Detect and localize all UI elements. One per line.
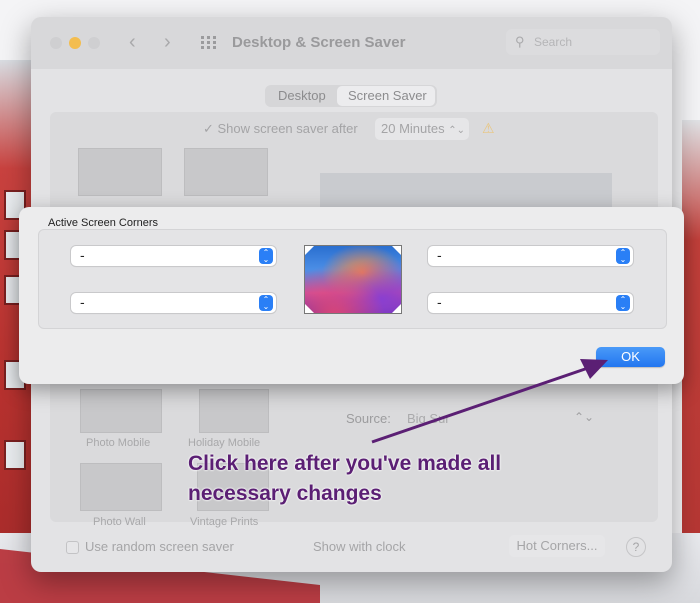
help-button[interactable]: ? <box>626 537 646 557</box>
chevron-updown-icon: ⌃⌄ <box>574 410 595 424</box>
search-placeholder: Search <box>534 35 573 49</box>
screen-saver-thumbnail[interactable] <box>80 463 162 511</box>
back-chevron-icon[interactable]: ‹ <box>129 31 136 54</box>
show-all-grid-icon[interactable] <box>201 36 217 50</box>
forward-chevron-icon[interactable]: › <box>164 31 171 54</box>
thumbnail-label: Photo Mobile <box>86 437 151 449</box>
sheet-title: Active Screen Corners <box>48 217 159 229</box>
top-left-corner-popup[interactable]: - ⌃ ⌄ <box>71 246 276 266</box>
search-icon: ⚲ <box>515 34 525 49</box>
popup-value: - <box>437 294 442 310</box>
minimize-window-button[interactable] <box>69 37 81 49</box>
use-random-checkbox[interactable] <box>66 541 79 554</box>
ok-button[interactable]: OK <box>596 347 665 367</box>
popup-value: - <box>437 247 442 263</box>
title-bar: ‹ › Desktop & Screen Saver ⚲ Search <box>31 17 672 69</box>
popup-value: - <box>80 294 85 310</box>
annotation-line-1: Click here after you've made all <box>188 452 502 475</box>
bottom-left-corner-popup[interactable]: - ⌃ ⌄ <box>71 293 276 313</box>
source-popup[interactable]: Big Sur <box>407 411 450 426</box>
thumbnail-label: Holiday Mobile <box>188 437 261 449</box>
use-random-label: Use random screen saver <box>85 539 234 554</box>
show-after-label: Show screen saver after <box>217 121 358 136</box>
screen-saver-thumbnail[interactable] <box>78 148 162 196</box>
tab-control: Desktop Screen Saver <box>265 85 437 107</box>
show-clock-checkbox[interactable]: Show with clock <box>313 539 405 554</box>
popup-value: - <box>80 247 85 263</box>
stepper-chevron-icon: ⌃ ⌄ <box>616 295 630 311</box>
warning-icon: ⚠ <box>482 120 495 136</box>
screen-preview-image <box>304 245 402 314</box>
show-screen-saver-checkbox[interactable]: ✓ Show screen saver after <box>203 121 358 137</box>
corner-marker <box>305 246 314 255</box>
tab-desktop[interactable]: Desktop <box>278 88 326 103</box>
close-window-button[interactable] <box>50 37 62 49</box>
annotation-text: Click here after you've made all necessa… <box>188 449 588 509</box>
corner-marker <box>392 304 401 313</box>
corner-marker <box>392 246 401 255</box>
bottom-right-corner-popup[interactable]: - ⌃ ⌄ <box>428 293 633 313</box>
building-right <box>682 120 700 603</box>
corner-marker <box>305 304 314 313</box>
search-field[interactable]: ⚲ Search <box>506 29 660 55</box>
screen-saver-thumbnail[interactable] <box>184 148 268 196</box>
thumbnail-label: Photo Wall <box>93 516 146 528</box>
screen-saver-thumbnail[interactable] <box>80 389 162 433</box>
tab-screen-saver[interactable]: Screen Saver <box>348 88 427 103</box>
minutes-value: 20 Minutes <box>381 121 445 136</box>
active-screen-corners-sheet: Active Screen Corners - ⌃ ⌄ - ⌃ ⌄ - ⌃ ⌄ - ⌃… <box>19 207 684 384</box>
minutes-popup[interactable]: 20 Minutes ⌃⌄ <box>375 118 469 140</box>
hot-corners-button[interactable]: Hot Corners... <box>509 535 605 557</box>
source-label: Source: <box>346 411 391 426</box>
annotation-line-2: necessary changes <box>188 482 382 505</box>
top-right-corner-popup[interactable]: - ⌃ ⌄ <box>428 246 633 266</box>
zoom-window-button[interactable] <box>88 37 100 49</box>
screen-saver-thumbnail[interactable] <box>199 389 269 433</box>
stepper-chevron-icon: ⌃ ⌄ <box>259 248 273 264</box>
thumbnail-label: Vintage Prints <box>190 516 259 528</box>
stepper-chevron-icon: ⌃ ⌄ <box>616 248 630 264</box>
stepper-chevron-icon: ⌃ ⌄ <box>259 295 273 311</box>
corners-group: - ⌃ ⌄ - ⌃ ⌄ - ⌃ ⌄ - ⌃ ⌄ <box>38 229 667 329</box>
window-title: Desktop & Screen Saver <box>232 34 406 51</box>
